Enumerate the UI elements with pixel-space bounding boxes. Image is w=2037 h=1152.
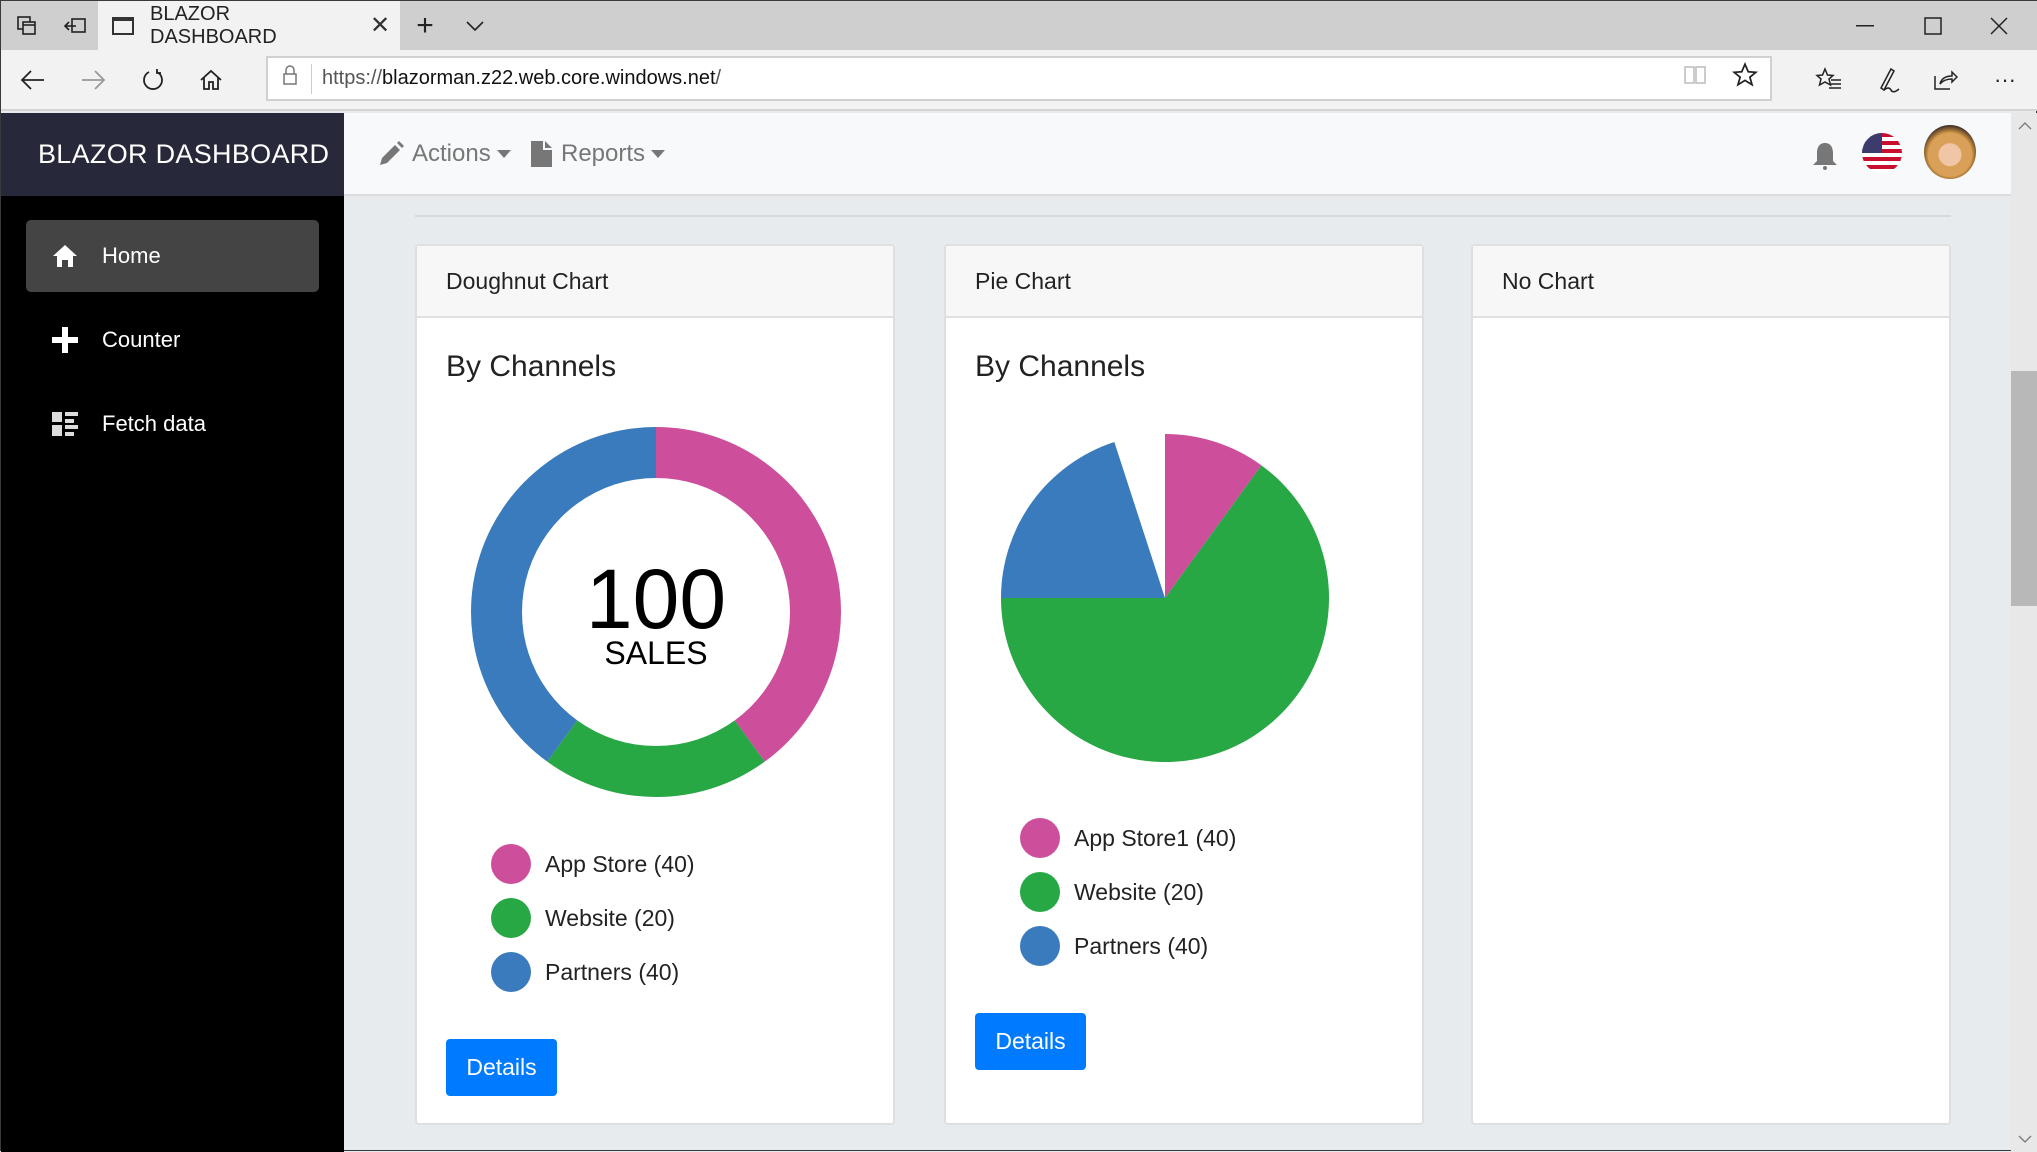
sidebar-item-fetch-data[interactable]: Fetch data <box>26 388 319 460</box>
maximize-icon[interactable] <box>1901 1 1965 50</box>
bell-icon[interactable] <box>1810 139 1840 173</box>
home-icon <box>48 244 82 268</box>
url-path: / <box>715 67 722 89</box>
legend-swatch <box>491 844 531 884</box>
scroll-up-icon[interactable] <box>2011 113 2037 139</box>
legend-swatch <box>491 952 531 992</box>
reading-view-icon[interactable] <box>1670 64 1720 93</box>
tab-actions-icon[interactable] <box>3 1 51 50</box>
legend-label: App Store1 (40) <box>1074 824 1237 851</box>
sidebar-item-label: Counter <box>102 327 181 352</box>
tab-title: BLAZOR DASHBOARD <box>150 2 277 48</box>
caret-down-icon <box>651 149 666 158</box>
sidebar-item-label: Fetch data <box>102 411 206 436</box>
set-aside-tabs-icon[interactable] <box>51 1 99 50</box>
address-toolbar: https://blazorman.z22.web.core.windows.n… <box>1 50 2037 111</box>
url-host: blazorman.z22.web.core.windows.net <box>382 67 716 89</box>
details-button[interactable]: Details <box>975 1013 1086 1070</box>
doughnut-center-label: SALES <box>604 635 707 671</box>
new-tab-icon[interactable]: + <box>401 1 449 50</box>
brand-title[interactable]: BLAZOR DASHBOARD <box>1 113 344 196</box>
legend-label: Partners (40) <box>545 958 680 985</box>
card-header: No Chart <box>1473 246 1949 318</box>
legend-item[interactable]: Website (20) <box>491 891 695 945</box>
favorite-star-icon[interactable] <box>1720 61 1770 95</box>
lock-icon <box>268 63 312 94</box>
sidebar-item-counter[interactable]: Counter <box>26 304 319 376</box>
more-icon[interactable]: ··· <box>1977 50 2033 109</box>
legend-item[interactable]: Partners (40) <box>1020 919 1236 973</box>
caret-down-icon <box>496 149 511 158</box>
legend-label: App Store (40) <box>545 850 695 877</box>
home-icon[interactable] <box>183 50 239 109</box>
close-window-icon[interactable] <box>1967 1 2031 50</box>
favorites-list-icon[interactable] <box>1801 50 1857 109</box>
sidebar-item-label: Home <box>102 243 161 268</box>
actions-label: Actions <box>412 139 491 167</box>
browser-tab-active[interactable]: BLAZOR DASHBOARD ✕ <box>98 1 400 50</box>
url-text[interactable]: https://blazorman.z22.web.core.windows.n… <box>322 67 1670 90</box>
legend-swatch <box>491 898 531 938</box>
browser-window: BLAZOR DASHBOARD ✕ + https://blazorman.z… <box>0 0 2037 1152</box>
legend-item[interactable]: Website (20) <box>1020 865 1236 919</box>
user-avatar[interactable] <box>1924 125 1976 179</box>
scrollbar-thumb[interactable] <box>2011 371 2037 606</box>
sidebar: BLAZOR DASHBOARD Home Counter Fetch data <box>1 113 344 1152</box>
pencil-icon <box>378 140 404 167</box>
reports-label: Reports <box>561 139 646 167</box>
legend-swatch <box>1020 818 1060 858</box>
legend-item[interactable]: Partners (40) <box>491 945 695 999</box>
sidebar-item-home[interactable]: Home <box>26 220 319 292</box>
legend-item[interactable]: App Store1 (40) <box>1020 811 1236 865</box>
flag-canton <box>1862 133 1882 153</box>
details-button[interactable]: Details <box>446 1039 557 1096</box>
legend-item[interactable]: App Store (40) <box>491 837 695 891</box>
pie-slice-partners[interactable] <box>1001 442 1165 598</box>
forward-icon[interactable] <box>65 50 121 109</box>
tab-list-chevron-icon[interactable] <box>451 1 499 50</box>
legend-label: Website (20) <box>545 904 675 931</box>
content-divider <box>415 215 1951 217</box>
notes-pen-icon[interactable] <box>1859 50 1915 109</box>
doughnut-center-value: 100 <box>586 552 726 646</box>
close-tab-icon[interactable]: ✕ <box>360 11 400 40</box>
legend-swatch <box>1020 926 1060 966</box>
legend-label: Website (20) <box>1074 878 1204 905</box>
legend-label: Partners (40) <box>1074 932 1209 959</box>
refresh-icon[interactable] <box>125 50 181 109</box>
plus-icon <box>48 327 82 353</box>
doughnut-chart-card: Doughnut Chart By Channels 100 SALES App… <box>415 244 895 1125</box>
app-topbar: Actions Reports <box>344 113 2011 196</box>
vertical-scrollbar[interactable] <box>2011 113 2037 1152</box>
list-icon <box>48 412 82 436</box>
us-flag-icon[interactable] <box>1862 133 1902 173</box>
share-icon[interactable] <box>1917 50 1973 109</box>
tab-bar: BLAZOR DASHBOARD ✕ + <box>1 1 2037 50</box>
doughnut-legend: App Store (40) Website (20) Partners (40… <box>491 837 695 999</box>
no-chart-card: No Chart <box>1471 244 1951 1125</box>
legend-swatch <box>1020 872 1060 912</box>
reports-dropdown[interactable]: Reports <box>531 113 666 194</box>
address-bar[interactable]: https://blazorman.z22.web.core.windows.n… <box>266 56 1772 101</box>
pie-legend: App Store1 (40) Website (20) Partners (4… <box>1020 811 1236 973</box>
url-scheme: https:// <box>322 67 383 89</box>
pie-chart-card: Pie Chart By Channels App Store1 (40) We… <box>944 244 1424 1125</box>
minimize-icon[interactable] <box>1833 1 1897 50</box>
back-icon[interactable] <box>5 50 61 109</box>
doughnut-slice-website[interactable] <box>547 720 765 798</box>
page-icon <box>112 16 134 35</box>
actions-dropdown[interactable]: Actions <box>378 113 511 194</box>
scroll-down-icon[interactable] <box>2011 1126 2037 1152</box>
file-icon <box>531 140 553 167</box>
